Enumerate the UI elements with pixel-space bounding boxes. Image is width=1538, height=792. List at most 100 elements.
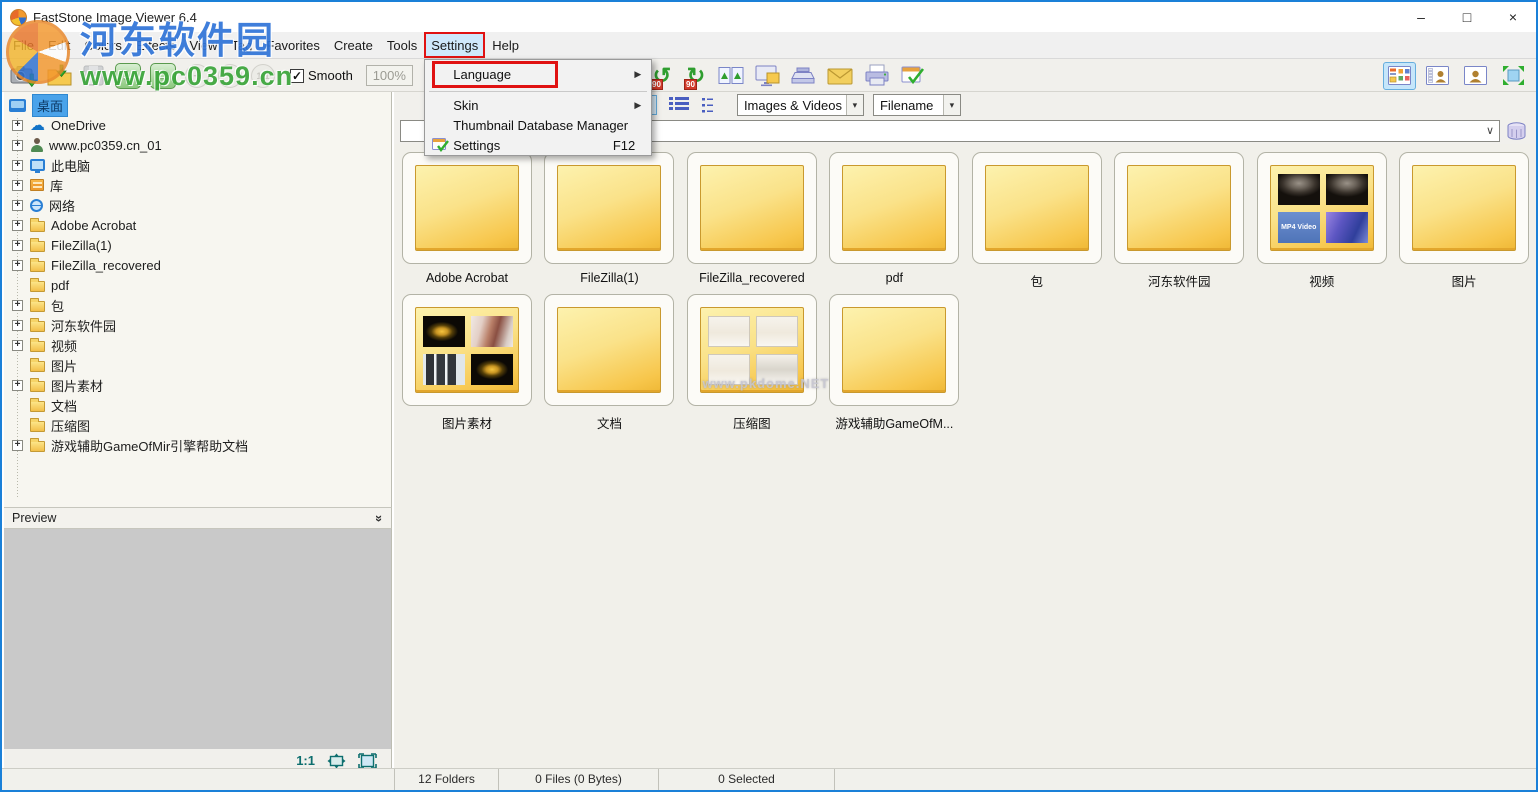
- folder-tile-label: FileZilla_recovered: [683, 271, 821, 285]
- preview-fit-window-button[interactable]: [327, 753, 346, 769]
- menu-file[interactable]: File: [6, 32, 41, 58]
- next-image-button[interactable]: →: [150, 63, 176, 89]
- menu-effects[interactable]: Effects: [129, 32, 183, 58]
- view-fullimage-button[interactable]: [1459, 62, 1492, 90]
- open-folder-button[interactable]: [47, 64, 73, 88]
- email-button[interactable]: [827, 65, 854, 86]
- preview-fullscreen-button[interactable]: [358, 753, 377, 769]
- expand-icon[interactable]: +: [12, 200, 23, 211]
- tree-item-label: 桌面: [32, 94, 68, 117]
- tree-item-libraries[interactable]: + 库: [4, 175, 391, 195]
- tree-item-folder[interactable]: + 包: [4, 295, 391, 315]
- expand-icon[interactable]: +: [12, 260, 23, 271]
- expand-icon[interactable]: +: [12, 240, 23, 251]
- tree-item-folder[interactable]: + FileZilla_recovered: [4, 255, 391, 275]
- previous-image-button[interactable]: ←: [115, 63, 141, 89]
- folder-graphic: [415, 307, 519, 393]
- details-view-button[interactable]: [668, 96, 690, 114]
- file-type-dropdown-arrow[interactable]: ▾: [846, 95, 863, 115]
- menu-help[interactable]: Help: [485, 32, 526, 58]
- tree-item-label: 此电脑: [51, 156, 90, 175]
- expand-icon[interactable]: +: [12, 300, 23, 311]
- print-button[interactable]: [864, 64, 891, 87]
- folder-tile[interactable]: Adobe Acrobat: [398, 152, 536, 285]
- set-wallpaper-button[interactable]: [754, 64, 781, 88]
- tree-item-label: 河东软件园: [51, 316, 116, 335]
- expand-icon[interactable]: +: [12, 220, 23, 231]
- menu-settings[interactable]: Settings Language ▶ Skin ▶ Thumbnail Dat…: [424, 32, 485, 58]
- menu-create[interactable]: Create: [327, 32, 380, 58]
- sort-order-select[interactable]: Filename ▾: [873, 94, 961, 116]
- folder-tile[interactable]: FileZilla_recovered: [683, 152, 821, 285]
- folder-tile[interactable]: pdf: [825, 152, 963, 285]
- folder-tile[interactable]: 游戏辅助GameOfM...: [825, 294, 963, 432]
- golden-butterfly-thumbnail: [423, 316, 465, 347]
- expand-icon[interactable]: +: [12, 380, 23, 391]
- sort-order-dropdown-arrow[interactable]: ▾: [943, 95, 960, 115]
- tree-item-folder[interactable]: + Adobe Acrobat: [4, 215, 391, 235]
- folder-tile[interactable]: 河东软件园: [1110, 152, 1248, 290]
- fullscreen-button[interactable]: [1497, 62, 1530, 90]
- view-windowed-button[interactable]: [1421, 62, 1454, 90]
- thumbnail-database-icon[interactable]: [1505, 121, 1528, 142]
- tree-item-onedrive[interactable]: + ☁ OneDrive: [4, 115, 391, 135]
- tree-item-folder[interactable]: 图片: [4, 355, 391, 375]
- menu-edit[interactable]: Edit: [41, 32, 77, 58]
- folder-tile[interactable]: 图片: [1395, 152, 1533, 290]
- folder-tile[interactable]: MP4 Video 视频: [1253, 152, 1391, 290]
- address-dropdown-chevron[interactable]: ∨: [1486, 124, 1494, 137]
- acquire-camera-button[interactable]: [10, 63, 38, 89]
- list-view-button[interactable]: [701, 96, 723, 114]
- settings-dropdown-menu: Language ▶ Skin ▶ Thumbnail Database Man…: [424, 59, 652, 156]
- tree-item-folder[interactable]: + FileZilla(1): [4, 235, 391, 255]
- rotate-left-button[interactable]: ↺ 90: [650, 65, 674, 87]
- preview-actual-size-button[interactable]: 1:1: [296, 753, 315, 768]
- scanner-button[interactable]: [791, 64, 817, 87]
- tree-item-folder[interactable]: + 河东软件园: [4, 315, 391, 335]
- expand-icon[interactable]: +: [12, 180, 23, 191]
- expand-icon[interactable]: +: [12, 340, 23, 351]
- folder-tile[interactable]: FileZilla(1): [540, 152, 678, 285]
- smooth-checkbox[interactable]: ✓: [290, 69, 304, 83]
- view-browser-button[interactable]: [1383, 62, 1416, 90]
- menu-tools[interactable]: Tools: [380, 32, 424, 58]
- tree-item-folder[interactable]: + 游戏辅助GameOfMir引擎帮助文档: [4, 435, 391, 455]
- file-type-filter-select[interactable]: Images & Videos ▾: [737, 94, 864, 116]
- tree-item-folder[interactable]: 压缩图: [4, 415, 391, 435]
- menu-tag[interactable]: Tag: [224, 32, 259, 58]
- user-icon: [30, 138, 43, 152]
- tree-item-this-pc[interactable]: + 此电脑: [4, 155, 391, 175]
- menu-item-settings[interactable]: Settings F12: [427, 133, 649, 157]
- preview-collapse-button[interactable]: »: [372, 514, 387, 521]
- menu-favorites[interactable]: Favorites: [259, 32, 326, 58]
- expand-icon[interactable]: +: [12, 160, 23, 171]
- expand-icon[interactable]: +: [12, 140, 23, 151]
- compare-images-button[interactable]: [718, 64, 744, 87]
- maximize-button[interactable]: □: [1444, 2, 1490, 32]
- folder-tile[interactable]: 文档: [540, 294, 678, 432]
- tree-item-network[interactable]: + 网络: [4, 195, 391, 215]
- main-toolbar: ← → + − 1:1 ✓ Smooth 100% ↺ 90 ↻: [2, 59, 1536, 92]
- menu-colors[interactable]: Colors: [77, 32, 129, 58]
- tree-item-label: FileZilla(1): [51, 238, 112, 253]
- minimize-button[interactable]: –: [1398, 2, 1444, 32]
- settings-window-button[interactable]: [901, 65, 925, 87]
- tree-item-folder[interactable]: + 视频: [4, 335, 391, 355]
- submenu-arrow-icon: ▶: [634, 69, 641, 80]
- expand-icon[interactable]: +: [12, 120, 23, 131]
- tree-item-user[interactable]: + www.pc0359.cn_01: [4, 135, 391, 155]
- folder-tile[interactable]: 图片素材: [398, 294, 536, 432]
- rotate-right-button[interactable]: ↻ 90: [684, 65, 708, 87]
- menu-bar: File Edit Colors Effects View Tag Favori…: [2, 32, 1536, 59]
- expand-icon[interactable]: +: [12, 320, 23, 331]
- tree-item-folder[interactable]: + 图片素材: [4, 375, 391, 395]
- close-button[interactable]: ×: [1490, 2, 1536, 32]
- tree-item-desktop[interactable]: 桌面: [4, 95, 391, 115]
- tree-item-folder[interactable]: 文档: [4, 395, 391, 415]
- tree-item-label: 视频: [51, 336, 77, 355]
- menu-view[interactable]: View: [182, 32, 224, 58]
- folder-tile[interactable]: 包: [968, 152, 1106, 290]
- expand-icon[interactable]: +: [12, 440, 23, 451]
- folder-tile[interactable]: www.pkdome.NET 压缩图: [683, 294, 821, 432]
- tree-item-folder[interactable]: pdf: [4, 275, 391, 295]
